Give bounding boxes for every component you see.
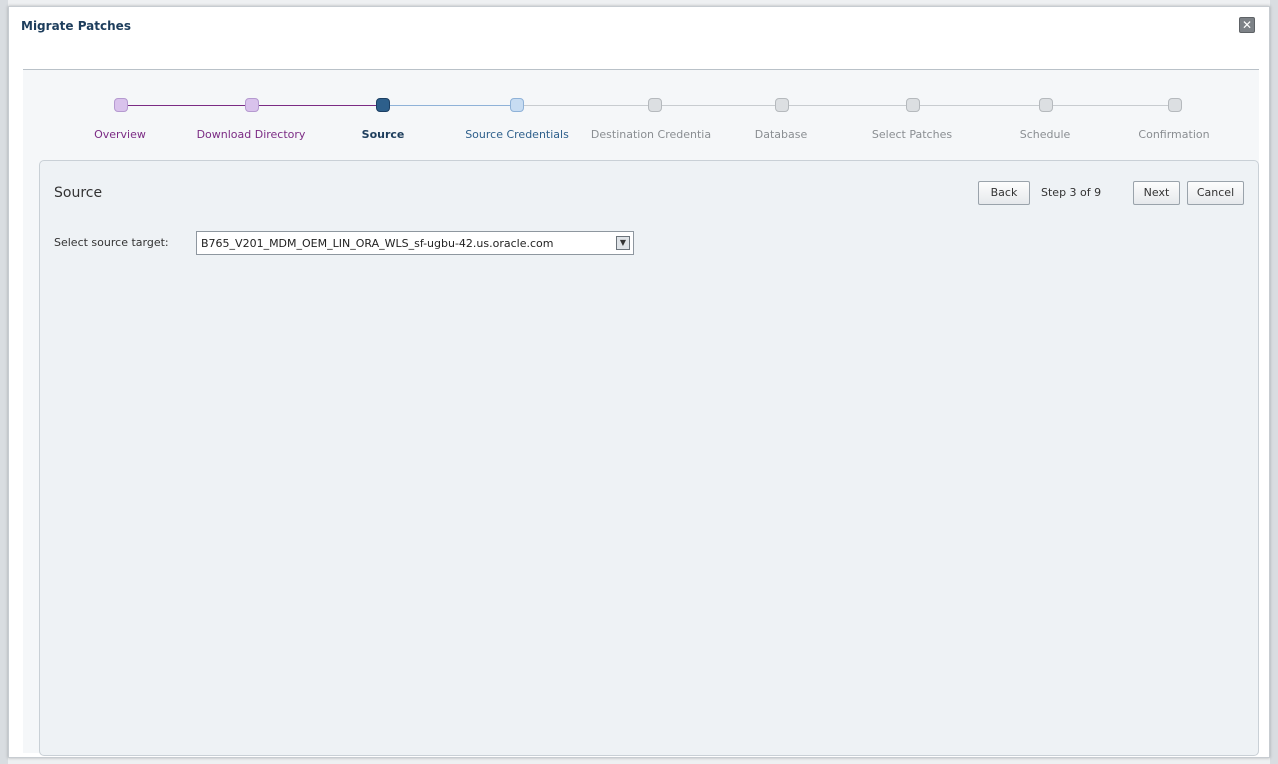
train-label-download-directory[interactable]: Download Directory [176, 128, 326, 141]
step-indicator: Step 3 of 9 [1041, 186, 1102, 199]
panel-title: Source [54, 185, 103, 201]
train-label-overview[interactable]: Overview [45, 128, 195, 141]
train-stop-source-credentials[interactable] [510, 98, 524, 112]
back-button[interactable]: Back [978, 181, 1030, 205]
migrate-patches-dialog: Migrate Patches ✕ Overview Download Dire… [8, 6, 1270, 758]
step-train: Overview Download Directory Source Sourc… [23, 70, 1259, 150]
train-connector-next [389, 105, 520, 106]
train-stop-source [376, 98, 390, 112]
train-label-confirmation: Confirmation [1138, 128, 1210, 141]
cancel-button[interactable]: Cancel [1187, 181, 1244, 205]
source-target-label: Select source target: [54, 236, 169, 249]
train-stop-destination-credentials [648, 98, 662, 112]
close-icon[interactable]: ✕ [1239, 17, 1255, 33]
train-label-source-credentials[interactable]: Source Credentials [442, 128, 592, 141]
dialog-content: Overview Download Directory Source Sourc… [23, 69, 1259, 756]
train-label-select-patches: Select Patches [871, 128, 953, 141]
train-label-source: Source [361, 128, 405, 141]
train-stop-download-directory[interactable] [245, 98, 259, 112]
source-target-select[interactable]: B765_V201_MDM_OEM_LIN_ORA_WLS_sf-ugbu-42… [196, 231, 634, 255]
background-strip-left [0, 0, 8, 764]
train-label-schedule: Schedule [1019, 128, 1071, 141]
background-strip-right [1270, 0, 1278, 764]
train-label-destination-credentials: Destination Credentia [590, 128, 712, 141]
source-target-value: B765_V201_MDM_OEM_LIN_ORA_WLS_sf-ugbu-42… [201, 237, 554, 250]
train-stop-overview[interactable] [114, 98, 128, 112]
dropdown-arrow-icon[interactable]: ▼ [616, 236, 630, 250]
train-stop-confirmation [1168, 98, 1182, 112]
train-connector-future [520, 105, 1175, 106]
train-stop-database [775, 98, 789, 112]
source-panel: Source Back Step 3 of 9 Next Cancel Sele… [39, 160, 1259, 756]
dialog-title: Migrate Patches [21, 19, 131, 33]
train-stop-schedule [1039, 98, 1053, 112]
next-button[interactable]: Next [1133, 181, 1180, 205]
train-label-database: Database [754, 128, 808, 141]
train-stop-select-patches [906, 98, 920, 112]
